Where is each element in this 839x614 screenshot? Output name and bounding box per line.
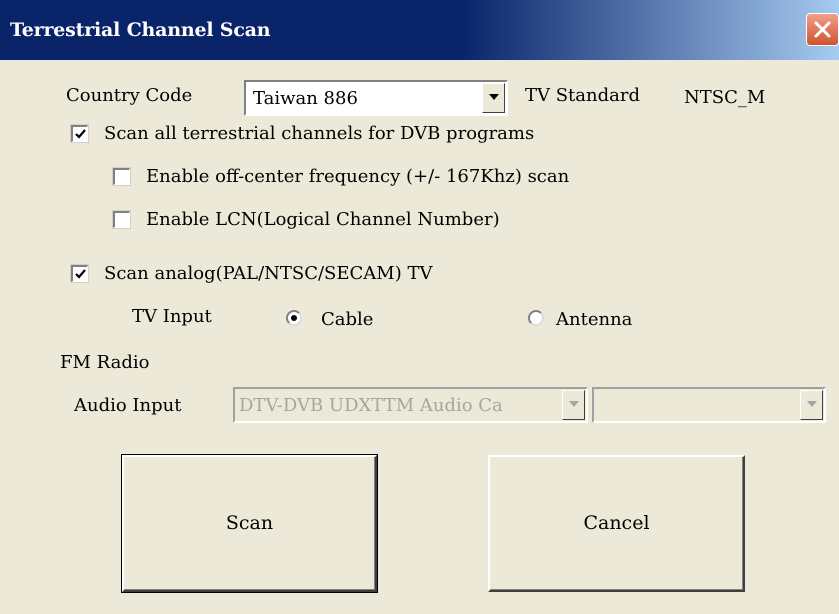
scan-analog-checkbox[interactable] bbox=[71, 265, 88, 282]
chevron-down-icon[interactable] bbox=[482, 83, 505, 113]
antenna-radio[interactable] bbox=[528, 310, 544, 326]
country-code-label: Country Code bbox=[66, 85, 193, 106]
lcn-label: Enable LCN(Logical Channel Number) bbox=[146, 209, 500, 230]
audio-input2-select[interactable] bbox=[592, 387, 826, 423]
tv-input-label: TV Input bbox=[132, 306, 212, 327]
scan-analog-label: Scan analog(PAL/NTSC/SECAM) TV bbox=[104, 263, 433, 284]
lcn-checkbox[interactable] bbox=[113, 211, 130, 228]
chevron-down-icon[interactable] bbox=[800, 390, 823, 420]
radio-selected-dot bbox=[291, 315, 297, 321]
scan-button[interactable]: Scan bbox=[121, 454, 378, 593]
fm-radio-label: FM Radio bbox=[60, 352, 150, 373]
close-icon bbox=[814, 21, 831, 38]
cable-label: Cable bbox=[321, 309, 374, 330]
cancel-button-label: Cancel bbox=[583, 512, 650, 534]
title-bar[interactable]: Terrestrial Channel Scan bbox=[0, 0, 839, 60]
cancel-button[interactable]: Cancel bbox=[488, 455, 745, 592]
checkmark-icon bbox=[75, 269, 86, 279]
tv-standard-label: TV Standard bbox=[525, 85, 640, 106]
tv-standard-value: NTSC_M bbox=[684, 87, 766, 108]
scan-dvb-checkbox[interactable] bbox=[71, 125, 88, 142]
scan-dvb-label: Scan all terrestrial channels for DVB pr… bbox=[104, 123, 535, 144]
cable-radio[interactable] bbox=[286, 310, 302, 326]
chevron-down-icon[interactable] bbox=[562, 390, 585, 420]
audio-input-value: DTV-DVB UDXTTM Audio Ca bbox=[239, 395, 503, 416]
off-center-checkbox[interactable] bbox=[113, 168, 130, 185]
close-button[interactable] bbox=[806, 13, 839, 46]
country-code-value: Taiwan 886 bbox=[253, 88, 358, 109]
antenna-label: Antenna bbox=[556, 309, 633, 330]
audio-input-label: Audio Input bbox=[74, 395, 182, 416]
off-center-label: Enable off-center frequency (+/- 167Khz)… bbox=[146, 166, 570, 187]
checkmark-icon bbox=[75, 129, 86, 139]
window-title: Terrestrial Channel Scan bbox=[10, 19, 271, 41]
scan-button-label: Scan bbox=[225, 512, 274, 534]
audio-input-select[interactable]: DTV-DVB UDXTTM Audio Ca bbox=[233, 387, 588, 423]
country-code-select[interactable]: Taiwan 886 bbox=[244, 80, 508, 116]
